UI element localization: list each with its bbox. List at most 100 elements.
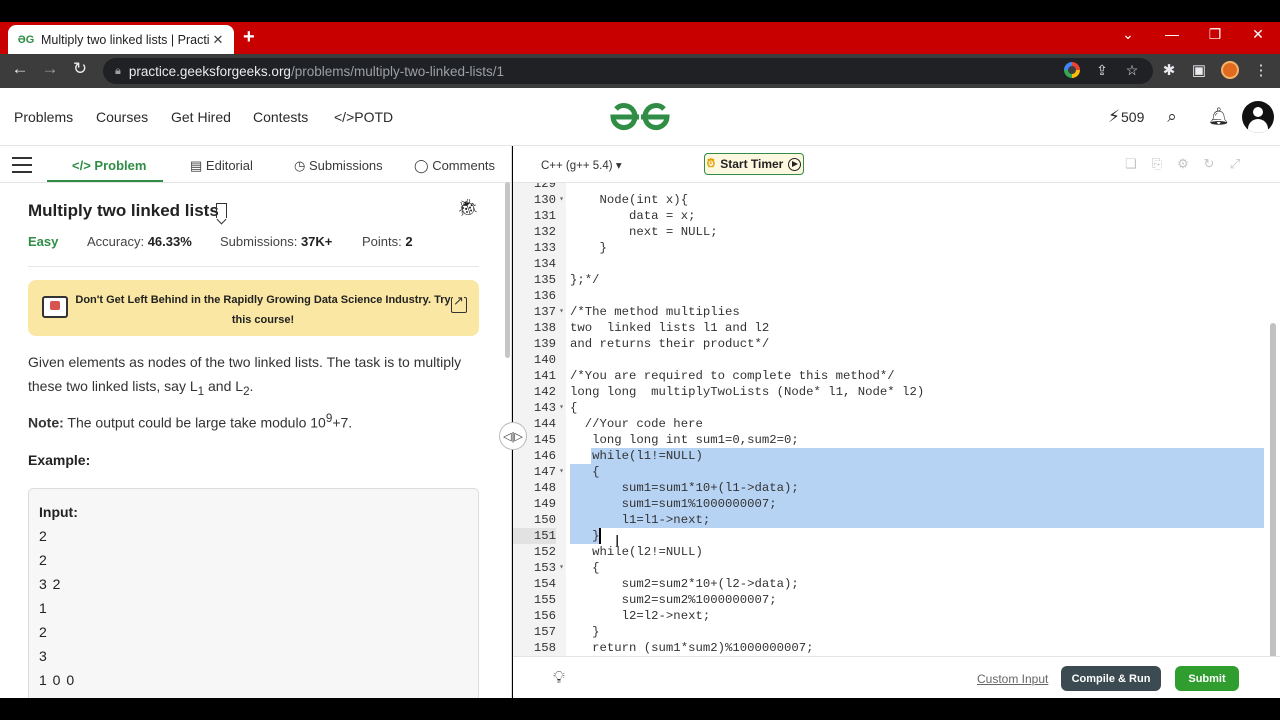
line-number: 146 [533,449,556,463]
code-line[interactable]: 154 sum2=sum2*10+(l2->data); [513,576,1264,592]
side-panel-icon[interactable]: ▣ [1190,61,1208,79]
code-line[interactable]: 144 //Your code here [513,416,1264,432]
code-text: l1=l1->next; [570,513,711,527]
nav-potd[interactable]: </>POTD [334,109,393,125]
download-icon[interactable]: ⎘ [1149,156,1165,172]
compile-run-button[interactable]: Compile & Run [1061,666,1161,691]
copy-icon[interactable]: ❏ [1123,156,1139,172]
code-line[interactable]: 133 } [513,240,1264,256]
lightbulb-icon[interactable]: 💡︎ [553,668,565,688]
new-tab-button[interactable]: + [243,26,255,49]
code-line[interactable]: 141 /*You are required to complete this m… [513,368,1264,384]
code-text: two linked lists l1 and l2 [570,321,770,335]
tab-problem[interactable]: </> Problem [72,158,146,173]
code-line[interactable]: 155 sum2=sum2%1000000007; [513,592,1264,608]
code-line[interactable]: 137 ▾ /*The method multiplies [513,304,1264,320]
course-banner[interactable]: Don't Get Left Behind in the Rapidly Gro… [28,280,479,336]
code-text: while(l2!=NULL) [570,545,703,559]
search-icon[interactable]: ⌕ [1162,107,1182,127]
bookmark-icon[interactable] [216,203,227,218]
user-avatar[interactable] [1242,101,1274,133]
code-line[interactable]: 152 while(l2!=NULL) [513,544,1264,560]
close-tab-icon[interactable]: ✕ [210,32,226,48]
editor-scrollbar[interactable] [1270,323,1276,656]
line-number: 156 [533,609,556,623]
browser-menu-icon[interactable]: ⋮ [1252,61,1270,79]
tab-editorial[interactable]: ▤ Editorial [190,158,253,174]
code-line[interactable]: 145 long long int sum1=0,sum2=0; [513,432,1264,448]
nav-contests[interactable]: Contests [253,109,308,125]
line-number: 155 [533,593,556,607]
code-line[interactable]: 134 [513,256,1264,272]
reload-icon[interactable]: ↻ [68,59,92,79]
share-icon[interactable]: ⇪ [1093,62,1111,79]
restore-icon[interactable]: ❐ [1205,26,1225,43]
reset-icon[interactable]: ↻ [1201,156,1217,172]
fold-chevron-icon[interactable]: ▾ [557,560,566,576]
language-select[interactable]: C++ (g++ 5.4) ▾ [541,158,622,172]
streak-count[interactable]: 509 [1121,109,1144,125]
code-line[interactable]: 142 long long multiplyTwoLists (Node* l1,… [513,384,1264,400]
chevron-down-icon: ▾ [615,160,622,172]
minimize-icon[interactable]: — [1162,26,1182,42]
hamburger-menu-icon[interactable] [12,157,32,173]
code-line[interactable]: 151 } [513,528,1264,544]
code-editor[interactable]: 129 130 ▾ Node(int x){131 data = x; 132 nex… [513,183,1280,656]
profile-extension-icon[interactable] [1221,61,1239,79]
code-line[interactable]: 135};*/ [513,272,1264,288]
document-icon: ▤ [190,158,203,173]
start-timer-button[interactable]: ⏰︎ Start Timer [704,153,804,175]
code-line[interactable]: 146 while(l1!=NULL) [513,448,1264,464]
code-line[interactable]: 136 [513,288,1264,304]
notification-bell-icon[interactable]: 🔔︎ [1208,107,1230,127]
report-bug-icon[interactable]: 🐞︎ [457,198,479,218]
tab-comments[interactable]: ◯ Comments [414,158,495,174]
code-line[interactable]: 130 ▾ Node(int x){ [513,192,1264,208]
bookmark-star-icon[interactable]: ☆ [1123,62,1141,79]
submit-button[interactable]: Submit [1175,666,1239,691]
code-line[interactable]: 132 next = NULL; [513,224,1264,240]
back-arrow-icon[interactable]: ← [8,59,32,79]
address-bar[interactable]: 🔒︎ practice.geeksforgeeks.org /problems/… [103,58,1153,84]
forward-arrow-icon[interactable]: → [38,59,62,79]
code-line[interactable]: 148 sum1=sum1*10+(l1->data); [513,480,1264,496]
fullscreen-icon[interactable]: ⤢ [1227,156,1243,172]
google-lens-icon[interactable] [1064,62,1080,78]
code-line[interactable]: 158 return (sum1*sum2)%1000000007; [513,640,1264,656]
tab-submissions[interactable]: ◷ Submissions [294,158,383,174]
code-line[interactable]: 150 l1=l1->next; [513,512,1264,528]
clock-icon: ◷ [294,158,306,173]
gfg-logo-icon[interactable] [608,99,672,135]
nav-courses[interactable]: Courses [96,109,148,125]
external-link-icon[interactable] [451,294,467,313]
code-line[interactable]: 139 and returns their product*/ [513,336,1264,352]
code-line[interactable]: 149 sum1=sum1%1000000007; [513,496,1264,512]
nav-get-hired[interactable]: Get Hired [171,109,231,125]
code-line[interactable]: 143 ▾ { [513,400,1264,416]
code-line[interactable]: 138 two linked lists l1 and l2 [513,320,1264,336]
settings-icon[interactable]: ⚙︎ [1175,156,1191,172]
code-line[interactable]: 129 [513,183,1264,192]
window-close-icon[interactable]: ✕ [1248,26,1268,43]
fold-chevron-icon[interactable]: ▾ [557,464,566,480]
nav-problems[interactable]: Problems [14,109,73,125]
fold-chevron-icon[interactable]: ▾ [557,304,566,320]
browser-tab[interactable]: ƏG Multiply two linked lists | Practice … [8,25,234,54]
code-line[interactable]: 131 data = x; [513,208,1264,224]
code-line[interactable]: 156 l2=l2->next; [513,608,1264,624]
custom-input-link[interactable]: Custom Input [977,672,1048,686]
fold-chevron-icon[interactable]: ▾ [557,400,566,416]
browser-toolbar: ← → ↻ 🔒︎ practice.geeksforgeeks.org /pro… [0,54,1280,88]
fold-chevron-icon[interactable]: ▾ [557,192,566,208]
tab-search-icon[interactable]: ⌄ [1118,26,1138,43]
code-line[interactable]: 140 [513,352,1264,368]
panel-resize-handle-icon[interactable]: ◁|▷ [499,422,527,450]
code-line[interactable]: 153 ▾ { [513,560,1264,576]
code-text: Node(int x){ [570,193,689,207]
code-line[interactable]: 157 } [513,624,1264,640]
problem-scrollbar[interactable] [505,182,510,358]
extensions-puzzle-icon[interactable]: ✱ [1160,61,1178,79]
code-line[interactable]: 147 ▾ { [513,464,1264,480]
input-line: 3 [39,648,48,664]
code-text: l2=l2->next; [570,609,711,623]
